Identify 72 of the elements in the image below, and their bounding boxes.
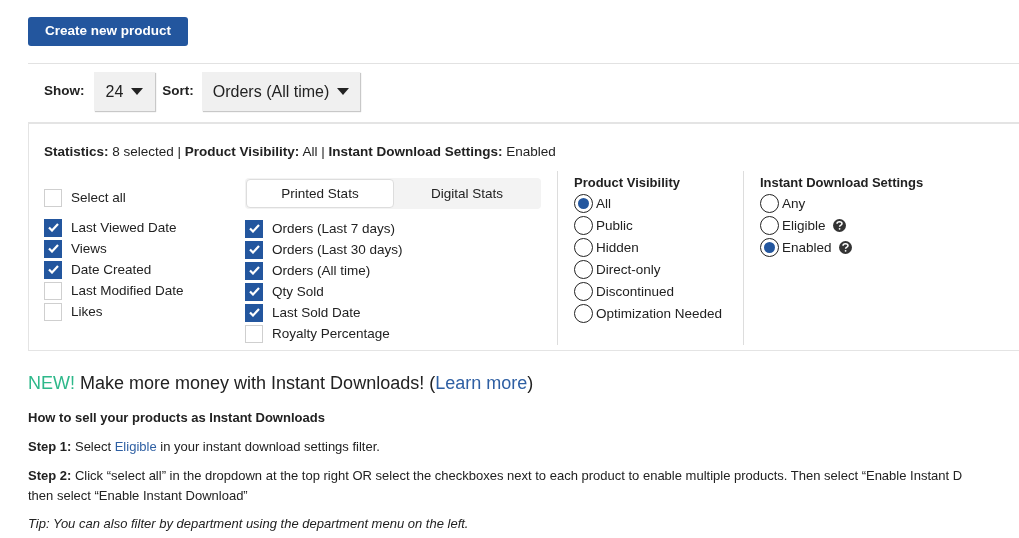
checkbox[interactable] bbox=[44, 218, 62, 237]
checkbox[interactable] bbox=[245, 282, 263, 301]
section-title: Product Visibility bbox=[574, 174, 681, 193]
checkbox-label: Orders (Last 7 days) bbox=[272, 219, 396, 238]
checkbox-label: Orders (Last 30 days) bbox=[272, 240, 403, 259]
caret-icon bbox=[131, 88, 144, 95]
radio-button[interactable] bbox=[574, 282, 593, 302]
checkbox-label: Views bbox=[71, 239, 107, 258]
checkbox[interactable] bbox=[44, 188, 62, 207]
radio-label: Eligible bbox=[782, 216, 826, 235]
checkbox-label: Royalty Percentage bbox=[272, 324, 390, 343]
check-icon bbox=[248, 245, 260, 255]
checkbox-label: Last Viewed Date bbox=[71, 218, 177, 237]
radio-label: Hidden bbox=[596, 238, 639, 257]
checkbox-label: Likes bbox=[71, 302, 103, 321]
checkbox-label: Qty Sold bbox=[272, 282, 324, 301]
section-title: Instant Download Settings bbox=[760, 174, 924, 193]
eligible-link[interactable]: Eligible bbox=[114, 438, 157, 454]
help-icon[interactable] bbox=[838, 241, 852, 255]
radio-label: All bbox=[596, 194, 611, 213]
promo-headline: NEW! Make more money with Instant Downloads! (Learn more) bbox=[28, 372, 535, 395]
checkbox[interactable] bbox=[245, 303, 263, 322]
tip-text: Tip: You can also filter by department using the department menu on the left. bbox=[28, 514, 470, 533]
radio-label: Direct-only bbox=[596, 260, 661, 279]
radio-label: Enabled bbox=[782, 238, 832, 257]
howto-title: How to sell your products as Instant Downloads bbox=[28, 409, 326, 427]
checkbox[interactable] bbox=[245, 261, 263, 280]
checkbox-label: Last Modified Date bbox=[71, 281, 184, 300]
radio-button[interactable] bbox=[574, 260, 593, 280]
radio-button[interactable] bbox=[760, 238, 779, 258]
stats-tab[interactable]: Digital Stats bbox=[394, 179, 540, 209]
radio-button[interactable] bbox=[574, 216, 593, 236]
checkbox[interactable] bbox=[245, 240, 263, 259]
checkbox[interactable] bbox=[44, 260, 62, 279]
check-icon bbox=[248, 287, 260, 297]
caret-icon bbox=[337, 88, 350, 95]
checkbox[interactable] bbox=[44, 281, 62, 300]
filter-summary: Statistics: 8 selected | Product Visibility: All | Instant Download Settings: Enabled bbox=[44, 143, 557, 161]
create-product-button[interactable]: Create new product bbox=[28, 17, 189, 46]
step-text: Step 2: Click “select all” in the dropdown at the top right OR select the checkboxes next to each product to enable multiple products. Then select “Enable Instant D bbox=[28, 466, 964, 485]
checkbox[interactable] bbox=[44, 302, 62, 321]
radio-button[interactable] bbox=[574, 238, 593, 258]
check-icon bbox=[47, 265, 59, 275]
check-icon bbox=[248, 224, 260, 234]
check-icon bbox=[47, 223, 59, 233]
help-icon[interactable] bbox=[832, 219, 846, 233]
checkbox-label: Date Created bbox=[71, 260, 152, 279]
show-dropdown[interactable]: 24 bbox=[93, 72, 156, 111]
step-text: then select “Enable Instant Download” bbox=[28, 486, 249, 505]
checkbox[interactable] bbox=[44, 239, 62, 258]
sort-label: Sort: bbox=[162, 82, 194, 101]
radio-button[interactable] bbox=[574, 304, 593, 324]
radio-button[interactable] bbox=[760, 194, 779, 214]
checkbox-label: Select all bbox=[71, 188, 126, 207]
learn-more-link[interactable]: Learn more bbox=[435, 373, 528, 393]
check-icon bbox=[47, 244, 59, 254]
checkbox[interactable] bbox=[245, 324, 263, 343]
sort-dropdown[interactable]: Orders (All time) bbox=[201, 72, 361, 111]
checkbox-label: Last Sold Date bbox=[272, 303, 361, 322]
radio-label: Any bbox=[782, 194, 806, 213]
radio-label: Public bbox=[596, 216, 633, 235]
check-icon bbox=[248, 266, 260, 276]
radio-button[interactable] bbox=[574, 194, 593, 214]
radio-label: Optimization Needed bbox=[596, 304, 723, 323]
step-text: Step 1: Select Eligible in your instant download settings filter. bbox=[28, 437, 381, 456]
radio-button[interactable] bbox=[760, 216, 779, 236]
checkbox-label: Orders (All time) bbox=[272, 261, 371, 280]
show-label: Show: bbox=[44, 82, 85, 101]
check-icon bbox=[248, 308, 260, 318]
stats-tab[interactable]: Printed Stats bbox=[246, 179, 394, 209]
checkbox[interactable] bbox=[245, 219, 263, 238]
radio-label: Discontinued bbox=[596, 282, 675, 301]
